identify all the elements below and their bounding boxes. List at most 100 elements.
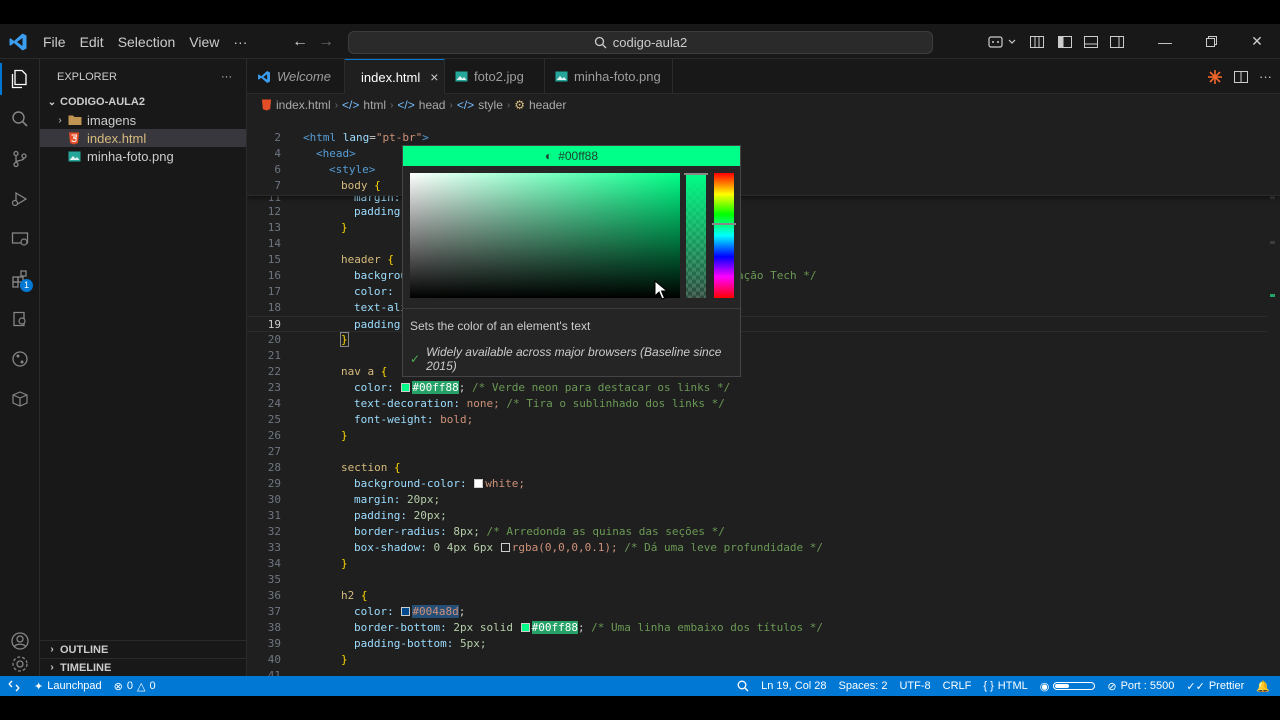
- remote-explorer-icon[interactable]: [0, 219, 40, 259]
- hue-slider-handle[interactable]: [712, 223, 736, 225]
- breadcrumb-item[interactable]: head: [419, 98, 446, 112]
- element-icon: </>: [397, 98, 415, 112]
- tree-item-imagens[interactable]: › imagens: [40, 111, 246, 129]
- saturation-box[interactable]: [410, 173, 680, 298]
- breadcrumb-item[interactable]: style: [478, 98, 503, 112]
- hue-strip[interactable]: [712, 173, 736, 298]
- zoom-icon[interactable]: [731, 676, 755, 696]
- tab-index-html[interactable]: index.html ×: [345, 59, 445, 94]
- line-number: 20: [267, 333, 281, 346]
- image-file-icon: [455, 71, 468, 82]
- opacity-slider-handle[interactable]: [684, 173, 708, 175]
- color-swatch[interactable]: [401, 383, 411, 392]
- explorer-icon[interactable]: [0, 59, 40, 99]
- close-icon[interactable]: ×: [430, 69, 438, 85]
- launchpad-item[interactable]: ✦ Launchpad: [28, 676, 108, 696]
- color-swatch[interactable]: [500, 543, 510, 552]
- copilot-status[interactable]: ◉: [1034, 676, 1102, 696]
- cursor-position[interactable]: Ln 19, Col 28: [755, 676, 832, 696]
- prettier-status[interactable]: ✓✓ Prettier: [1180, 676, 1250, 696]
- search-activity-icon[interactable]: [0, 99, 40, 139]
- back-arrow-icon[interactable]: ←: [290, 32, 310, 52]
- live-server-port[interactable]: ⊘ Port : 5500: [1101, 676, 1180, 696]
- copilot-icon[interactable]: [984, 24, 1022, 59]
- opacity-strip[interactable]: [684, 173, 708, 298]
- color-swatch[interactable]: [401, 607, 411, 616]
- errors-count: 0: [126, 680, 134, 692]
- color-swatch[interactable]: [474, 479, 484, 488]
- color-value: #00ff88: [558, 149, 599, 163]
- manage-gear-icon[interactable]: [0, 655, 40, 676]
- html5-icon: [68, 132, 82, 145]
- code-token: =: [369, 131, 376, 144]
- menu-edit[interactable]: Edit: [73, 34, 111, 50]
- encoding[interactable]: UTF-8: [893, 676, 936, 696]
- chevron-right-icon: ›: [50, 644, 54, 655]
- indentation[interactable]: Spaces: 2: [833, 676, 894, 696]
- code-token: body: [341, 179, 368, 192]
- language-mode[interactable]: { } HTML: [977, 676, 1033, 696]
- testing-icon[interactable]: [0, 299, 40, 339]
- baseline-text: Widely available across major browsers (…: [426, 345, 722, 373]
- color-picker-widget[interactable]: ◐ #00ff88 Sets the color of an element's…: [402, 145, 741, 377]
- close-window-button[interactable]: ✕: [1234, 24, 1280, 59]
- image-file-icon: [68, 150, 82, 162]
- tree-item-index-html[interactable]: index.html: [40, 129, 246, 147]
- line-number: 31: [267, 509, 281, 522]
- code-token: }: [341, 429, 348, 442]
- toggle-primary-sidebar-icon[interactable]: [1022, 24, 1052, 59]
- code-token: 5px;: [453, 637, 487, 650]
- code-token: <html: [303, 131, 337, 144]
- restore-button[interactable]: [1188, 24, 1234, 59]
- toggle-panel-icon[interactable]: [1078, 24, 1104, 59]
- line-number: 30: [267, 493, 281, 506]
- toggle-sidebar-icon[interactable]: [1052, 24, 1078, 59]
- code-token: 8px;: [446, 525, 480, 538]
- explorer-more-actions[interactable]: ···: [221, 71, 232, 83]
- minimize-button[interactable]: —: [1142, 24, 1188, 59]
- code-token: padding:: [354, 205, 407, 218]
- workspace-root[interactable]: ⌄ CODIGO-AULA2: [40, 93, 246, 111]
- menu-file[interactable]: File: [36, 34, 73, 50]
- code-line: 29 background-color: white;: [247, 476, 1267, 492]
- breadcrumb-item[interactable]: index.html: [276, 98, 331, 112]
- tab-welcome[interactable]: Welcome: [247, 59, 345, 94]
- menu-view[interactable]: View: [182, 34, 226, 50]
- outline-section[interactable]: › OUTLINE: [40, 640, 247, 658]
- run-debug-icon[interactable]: [0, 179, 40, 219]
- problems-item[interactable]: ⊗ 0 △ 0: [108, 676, 162, 696]
- breadcrumb-item[interactable]: html: [363, 98, 386, 112]
- notifications-bell-icon[interactable]: 🔔: [1250, 676, 1280, 696]
- code-token: {: [367, 179, 381, 192]
- tree-item-minha-foto[interactable]: minha-foto.png: [40, 147, 246, 165]
- containers-icon[interactable]: [0, 379, 40, 419]
- split-editor-icon[interactable]: [1233, 69, 1249, 85]
- menu-selection[interactable]: Selection: [111, 34, 183, 50]
- timeline-section[interactable]: › TIMELINE: [40, 658, 247, 676]
- end-of-line[interactable]: CRLF: [937, 676, 978, 696]
- preview-spark-icon[interactable]: [1207, 69, 1223, 85]
- color-mode-toggle-icon[interactable]: ◐: [545, 149, 552, 163]
- line-number: 40: [267, 653, 281, 666]
- menu-bar: File Edit Selection View ···: [36, 24, 254, 59]
- tab-label: Welcome: [277, 69, 331, 84]
- status-right: Ln 19, Col 28 Spaces: 2 UTF-8 CRLF { } H…: [731, 676, 1280, 696]
- line-number: 21: [267, 349, 281, 362]
- code-token: white;: [485, 477, 525, 490]
- breadcrumb-item[interactable]: header: [529, 98, 566, 112]
- source-control-icon[interactable]: [0, 139, 40, 179]
- color-picker-header[interactable]: ◐ #00ff88: [403, 146, 740, 166]
- more-actions-icon[interactable]: ···: [1259, 69, 1272, 84]
- tab-minha-foto[interactable]: minha-foto.png: [545, 59, 673, 94]
- extensions-icon[interactable]: 1: [0, 259, 40, 299]
- git-graph-icon[interactable]: [0, 339, 40, 379]
- code-line: 26}: [247, 428, 1267, 444]
- menu-more[interactable]: ···: [226, 34, 254, 50]
- remote-indicator-icon[interactable]: [0, 676, 28, 696]
- toggle-secondary-sidebar-icon[interactable]: [1104, 24, 1130, 59]
- tab-foto2[interactable]: foto2.jpg: [445, 59, 545, 94]
- code-token: bold;: [433, 413, 474, 426]
- color-swatch[interactable]: [520, 623, 530, 632]
- command-center-search[interactable]: codigo-aula2: [348, 31, 933, 54]
- forward-arrow-icon[interactable]: →: [316, 32, 336, 52]
